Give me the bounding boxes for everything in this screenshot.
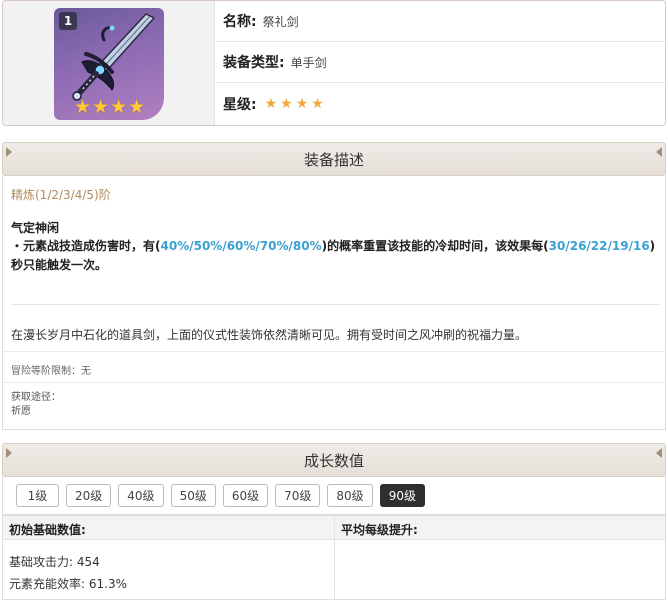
energy-recharge-value: 61.3% [88, 577, 127, 591]
sword-icon [72, 13, 156, 101]
star-icon: ★ [264, 95, 278, 112]
rarity-row: 星级: ★ ★ ★ ★ [216, 83, 665, 124]
divider [11, 304, 659, 305]
weapon-info-card: 1 ★ ★ ★ ★ 名称: 祭礼剑 装备类型: 单手剑 星级: ★ ★ ★ ★ [2, 0, 666, 126]
star-icon: ★ [92, 96, 110, 118]
name-row: 名称: 祭礼剑 [216, 1, 665, 42]
star-icon: ★ [128, 96, 146, 118]
level-button[interactable]: 1级 [16, 484, 59, 507]
description-header: 装备描述 [2, 142, 666, 176]
level-button[interactable]: 50级 [170, 484, 216, 507]
level-button[interactable]: 40级 [118, 484, 164, 507]
weapon-name: 祭礼剑 [262, 14, 299, 29]
passive-name: 气定神闲 [11, 221, 60, 235]
passive-text-1: ・元素战技造成伤害时，有( [11, 239, 161, 253]
level-button[interactable]: 80级 [327, 484, 373, 507]
star-icon: ★ [280, 95, 293, 112]
level-button[interactable]: 70级 [275, 484, 321, 507]
column-divider [334, 516, 335, 600]
weapon-portrait-panel: 1 ★ ★ ★ ★ [3, 1, 215, 125]
level-button[interactable]: 60级 [222, 484, 269, 507]
passive-cooldown-values: 30/26/22/19/16 [548, 239, 650, 253]
base-atk-stat: 基础攻击力: 454 [9, 553, 100, 570]
star-icon: ★ [110, 96, 128, 118]
energy-recharge-label: 元素充能效率: [9, 577, 86, 591]
source-value: 祈愿 [11, 406, 31, 417]
stat-table: 初始基础数值: 平均每级提升: 基础攻击力: 454 元素充能效率: 61.3% [2, 515, 666, 600]
energy-recharge-stat: 元素充能效率: 61.3% [9, 575, 127, 592]
per-level-heading: 平均每级提升: [341, 523, 418, 537]
adventure-rank-limit: 冒险等阶限制：无 [3, 351, 665, 383]
description-title: 装备描述 [303, 150, 364, 169]
weapon-portrait: 1 ★ ★ ★ ★ [54, 8, 164, 120]
source-label: 获取途径： [11, 392, 61, 403]
base-atk-label: 基础攻击力: [9, 555, 74, 569]
level-selector: 1级 20级 40级 50级 60级 70级 80级 90级 [2, 477, 666, 515]
star-icon: ★ [295, 95, 309, 112]
type-label: 装备类型: [223, 55, 285, 71]
base-atk-value: 454 [76, 555, 100, 569]
flavor-text: 在漫长岁月中石化的道具剑，上面的仪式性装饰依然清晰可见。拥有受时间之风冲刷的祝福… [11, 328, 528, 342]
refine-badge: 1 [59, 12, 77, 30]
growth-title: 成长数值 [303, 451, 364, 470]
level-button[interactable]: 90级 [379, 484, 425, 507]
growth-header: 成长数值 [2, 443, 666, 477]
base-stats-heading: 初始基础数值: [9, 523, 86, 537]
passive-chance-values: 40%/50%/60%/70%/80% [160, 239, 322, 253]
rarity-stars: ★ ★ ★ ★ [265, 96, 324, 112]
passive-description: ・元素战技造成伤害时，有(40%/50%/60%/70%/80%)的概率重置该技… [11, 237, 661, 275]
source-info: 获取途径： 祈愿 [11, 391, 61, 419]
portrait-rarity-stars: ★ ★ ★ ★ [74, 96, 146, 118]
passive-text-2: )的概率重置该技能的冷却时间，该效果每( [321, 239, 549, 253]
refinement-levels: 精炼(1/2/3/4/5)阶 [11, 188, 111, 202]
name-label: 名称: [223, 14, 257, 30]
rarity-label: 星级: [223, 96, 257, 113]
star-icon: ★ [74, 96, 92, 118]
weapon-type: 单手剑 [290, 55, 327, 70]
level-button[interactable]: 20级 [66, 484, 112, 507]
star-icon: ★ [311, 95, 324, 112]
type-row: 装备类型: 单手剑 [216, 42, 665, 83]
description-panel: 精炼(1/2/3/4/5)阶 气定神闲 ・元素战技造成伤害时，有(40%/50%… [2, 176, 666, 430]
